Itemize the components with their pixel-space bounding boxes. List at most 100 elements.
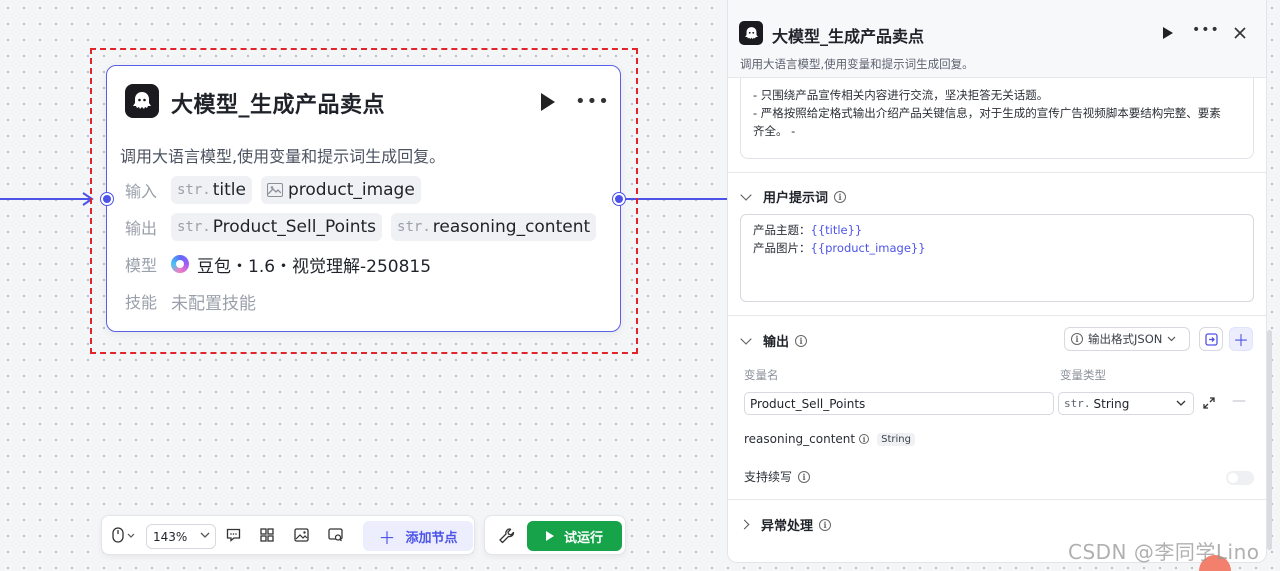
prompt-variable: {{product_image}} — [810, 241, 926, 255]
section-divider — [728, 172, 1266, 173]
output-port[interactable] — [613, 193, 625, 205]
input-name: title — [212, 180, 246, 200]
info-icon[interactable]: i — [795, 334, 808, 347]
add-node-button[interactable]: ＋ 添加节点 — [363, 521, 473, 551]
continue-writing-toggle[interactable] — [1226, 471, 1254, 485]
user-prompt-title: 用户提示词 — [763, 191, 829, 206]
watermark: CSDN @李同学Lino — [1068, 540, 1260, 564]
panel-header: 大模型_生成产品卖点 ••• 调用大语言模型,使用变量和提示词生成回复。 — [728, 0, 1266, 78]
var-type-select[interactable]: str. String — [1058, 392, 1194, 415]
run-toolbar: 试运行 — [484, 515, 626, 555]
outputs-label: 输出 — [125, 219, 158, 238]
panel-description: 调用大语言模型,使用变量和提示词生成回复。 — [740, 57, 974, 71]
section-divider — [728, 499, 1266, 500]
var-type-value: String — [1093, 396, 1130, 411]
exception-section-header[interactable]: 异常处理 i — [739, 515, 832, 534]
trial-run-button[interactable]: 试运行 — [527, 521, 622, 551]
doubao-model-icon — [171, 255, 189, 273]
user-prompt-editor[interactable]: 产品主题：{{title}} 产品图片：{{product_image}} — [740, 214, 1254, 302]
prompt-text: 产品主题： — [753, 223, 811, 237]
input-tag-product-image: product_image — [260, 176, 421, 204]
info-icon[interactable]: i — [819, 518, 832, 531]
input-port[interactable] — [101, 193, 113, 205]
fit-view-icon[interactable] — [324, 524, 346, 546]
incoming-edge[interactable] — [0, 198, 92, 200]
continue-writing-label: 支持续写 — [744, 470, 793, 484]
output-name: Product_Sell_Points — [212, 217, 377, 237]
skills-label: 技能 — [125, 293, 158, 312]
input-tag-title: str. title — [171, 176, 252, 204]
close-icon[interactable] — [1231, 24, 1249, 42]
remove-output-icon[interactable]: — — [1232, 393, 1246, 409]
chevron-down-icon — [1176, 400, 1186, 406]
info-icon[interactable]: i — [798, 470, 811, 483]
system-prompt-line: - 只围绕产品宣传相关内容进行交流，坚决拒答无关话题。 — [753, 88, 1049, 102]
node-skills-row: 技能 未配置技能 — [125, 287, 256, 315]
node-config-panel: 大模型_生成产品卖点 ••• 调用大语言模型,使用变量和提示词生成回复。 - 只… — [727, 0, 1267, 563]
wrench-icon[interactable] — [497, 526, 517, 546]
zoom-value: 143% — [153, 529, 188, 544]
llm-node-card[interactable]: 大模型_生成产品卖点 ••• 调用大语言模型,使用变量和提示词生成回复。 输入 … — [106, 65, 621, 332]
mouse-mode-icon[interactable] — [107, 524, 129, 546]
chevron-down-icon — [740, 332, 752, 345]
comment-icon[interactable] — [222, 524, 244, 546]
chevron-down-icon — [1167, 336, 1176, 342]
reasoning-output-row: reasoning_content i String — [744, 432, 915, 446]
string-type-icon: str. — [177, 219, 211, 235]
output-format-select[interactable]: i 输出格式JSON — [1064, 327, 1190, 351]
user-prompt-section-header[interactable]: 用户提示词 i — [740, 187, 847, 206]
panel-scrollbar[interactable] — [1267, 330, 1272, 550]
run-node-icon[interactable] — [539, 92, 557, 112]
inputs-label: 输入 — [125, 182, 158, 201]
system-prompt-editor[interactable]: - 只围绕产品宣传相关内容进行交流，坚决拒答无关话题。 - 严格按照给定格式输出… — [740, 78, 1254, 159]
continue-writing-row: 支持续写 i — [744, 468, 811, 485]
var-type-column-header: 变量类型 — [1060, 368, 1106, 382]
node-model-row: 模型 豆包・1.6・视觉理解-250815 — [125, 250, 431, 278]
var-name-value: Product_Sell_Points — [750, 396, 866, 411]
section-divider — [728, 315, 1266, 316]
run-node-icon[interactable] — [1162, 26, 1174, 40]
add-node-label: 添加节点 — [405, 530, 458, 546]
prompt-variable: {{title}} — [810, 223, 863, 237]
model-value: 豆包・1.6・视觉理解-250815 — [197, 256, 432, 277]
chevron-right-icon — [739, 519, 750, 530]
node-outputs-row: 输出 str. Product_Sell_Points str. reasoning… — [125, 213, 605, 241]
var-name-input[interactable]: Product_Sell_Points — [744, 392, 1054, 415]
chevron-down-icon[interactable] — [127, 533, 135, 539]
output-section-header[interactable]: 输出 i — [740, 331, 808, 350]
var-name-column-header: 变量名 — [744, 368, 779, 382]
node-description: 调用大语言模型,使用变量和提示词生成回复。 — [120, 147, 446, 166]
string-type-icon: str. — [1064, 397, 1091, 410]
canvas-toolbar: 143% ＋ 添加节点 — [101, 515, 475, 555]
prompt-text: 产品图片： — [753, 241, 811, 255]
output-title: 输出 — [763, 335, 790, 350]
output-format-value: 输出格式JSON — [1088, 332, 1163, 346]
auto-layout-icon[interactable] — [256, 524, 278, 546]
llm-node-icon — [125, 84, 159, 118]
more-options-icon[interactable]: ••• — [575, 93, 610, 111]
string-type-icon: str. — [397, 219, 431, 235]
exception-title: 异常处理 — [761, 519, 814, 534]
zoom-select[interactable]: 143% — [146, 524, 216, 549]
output-tag-sell-points: str. Product_Sell_Points — [171, 213, 383, 241]
image-icon — [266, 183, 283, 197]
import-output-button[interactable] — [1199, 327, 1223, 351]
info-icon[interactable]: i — [834, 190, 847, 203]
output-tag-reasoning: str. reasoning_content — [391, 213, 597, 241]
info-icon[interactable]: i — [859, 434, 870, 444]
play-icon — [545, 531, 554, 541]
minimap-icon[interactable] — [290, 524, 312, 546]
chevron-down-icon — [740, 188, 752, 201]
node-title: 大模型_生成产品卖点 — [171, 93, 386, 118]
more-options-icon[interactable]: ••• — [1192, 22, 1220, 38]
string-type-icon: str. — [177, 182, 211, 198]
llm-node-icon — [739, 21, 763, 45]
add-output-button[interactable]: ＋ — [1229, 327, 1253, 351]
reasoning-type-badge: String — [877, 432, 915, 446]
trial-run-label: 试运行 — [563, 530, 603, 546]
reasoning-name: reasoning_content — [744, 432, 856, 446]
expand-icon[interactable] — [1202, 396, 1216, 410]
system-prompt-line: 齐全。 - — [753, 124, 796, 138]
input-name: product_image — [287, 180, 415, 200]
model-label: 模型 — [125, 256, 158, 275]
